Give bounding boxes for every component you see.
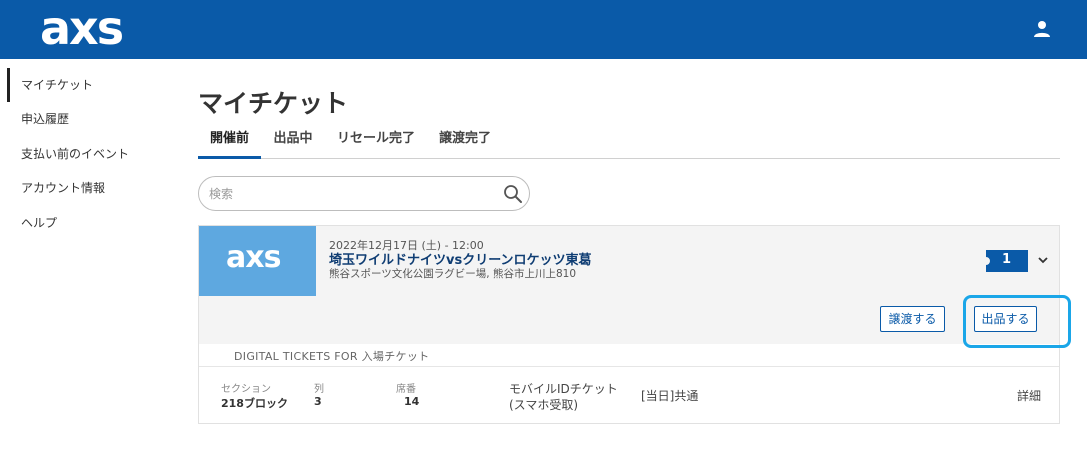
ticket-type: [当日]共通 bbox=[641, 389, 699, 403]
event-card-header: axs 2022年12月17日 (土) - 12:00 埼玉ワイルドナイツvsク… bbox=[199, 226, 1071, 348]
axs-thumbnail-logo: axs bbox=[226, 240, 281, 275]
event-thumbnail: axs bbox=[199, 226, 316, 296]
top-navbar: axs bbox=[0, 0, 1087, 59]
digital-tickets-label: DIGITAL TICKETS FOR 入場チケット bbox=[234, 350, 430, 363]
delivery-method: モバイルIDチケット bbox=[509, 382, 618, 396]
sidebar-item-application-history[interactable]: 申込履歴 bbox=[7, 102, 177, 136]
sidebar-item-help[interactable]: ヘルプ bbox=[7, 206, 177, 240]
sidebar-item-unpaid-events[interactable]: 支払い前のイベント bbox=[7, 137, 177, 171]
tab-listed[interactable]: 出品中 bbox=[267, 126, 319, 159]
sidebar-item-my-tickets[interactable]: マイチケット bbox=[7, 68, 177, 102]
axs-logo[interactable]: axs bbox=[40, 3, 124, 53]
section-label: セクション bbox=[221, 384, 271, 395]
row-value: 3 bbox=[314, 395, 322, 408]
sidebar: マイチケット 申込履歴 支払い前のイベント アカウント情報 ヘルプ bbox=[0, 59, 190, 456]
event-venue: 熊谷スポーツ文化公園ラグビー場, 熊谷市上川上810 bbox=[329, 268, 577, 280]
search-icon[interactable] bbox=[503, 184, 523, 204]
search-input[interactable] bbox=[209, 184, 499, 204]
chevron-down-icon[interactable] bbox=[1037, 254, 1049, 266]
tab-resale-complete[interactable]: リセール完了 bbox=[332, 126, 420, 159]
divider bbox=[199, 366, 1059, 367]
page-title: マイチケット bbox=[198, 89, 349, 118]
search-bar bbox=[198, 176, 530, 211]
ticket-tabs: 開催前 出品中 リセール完了 譲渡完了 bbox=[198, 126, 1060, 159]
transfer-button[interactable]: 譲渡する bbox=[880, 306, 945, 332]
section-value: 218ブロック bbox=[221, 397, 288, 410]
sidebar-item-account-info[interactable]: アカウント情報 bbox=[7, 171, 177, 205]
seat-value: 14 bbox=[404, 395, 420, 408]
details-link[interactable]: 詳細 bbox=[1017, 387, 1041, 404]
row-label: 列 bbox=[314, 384, 324, 395]
ticket-count-badge[interactable]: 1 bbox=[986, 250, 1028, 272]
ticket-count: 1 bbox=[1002, 252, 1012, 267]
tab-upcoming[interactable]: 開催前 bbox=[198, 126, 261, 159]
delivery-method-note: (スマホ受取) bbox=[509, 398, 579, 412]
event-card: axs 2022年12月17日 (土) - 12:00 埼玉ワイルドナイツvsク… bbox=[198, 225, 1071, 424]
tab-transfer-complete[interactable]: 譲渡完了 bbox=[434, 126, 496, 159]
seat-label: 席番 bbox=[396, 384, 416, 395]
sell-button[interactable]: 出品する bbox=[974, 306, 1037, 332]
user-icon[interactable] bbox=[1032, 19, 1052, 39]
